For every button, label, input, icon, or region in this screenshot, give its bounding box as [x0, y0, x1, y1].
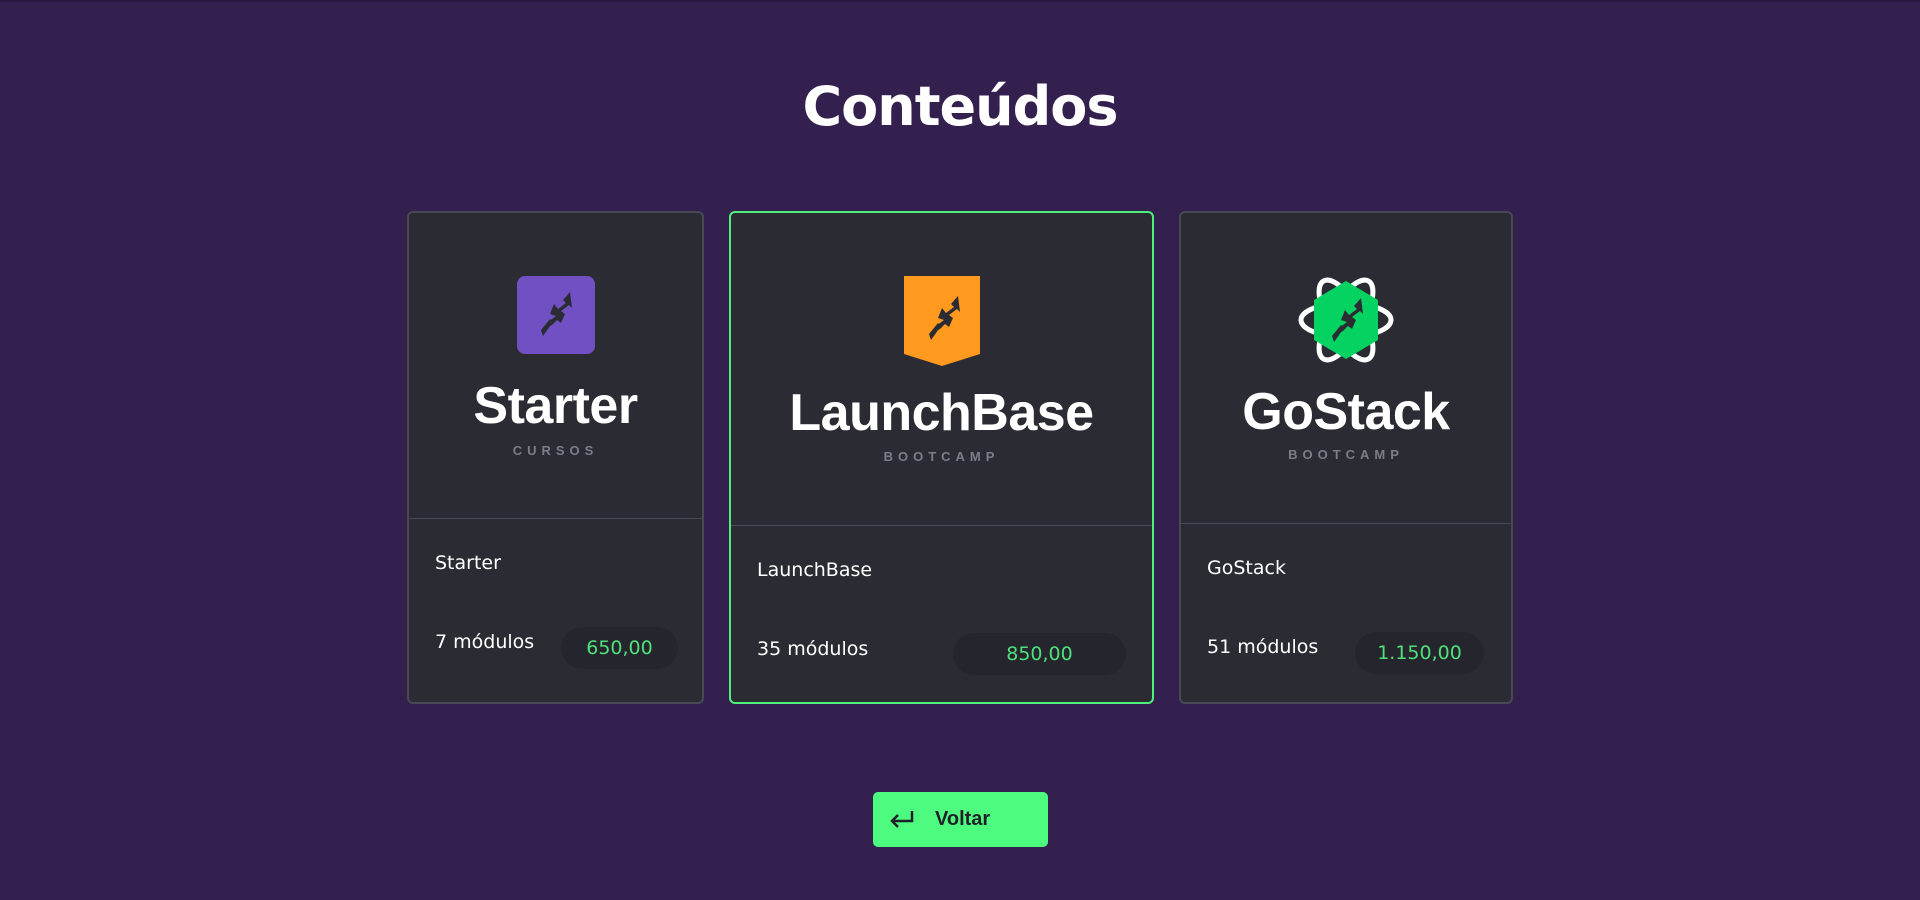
course-name: Starter: [435, 552, 501, 574]
course-logo-subtitle: CURSOS: [512, 443, 599, 458]
course-logo-subtitle: BOOTCAMP: [1288, 447, 1404, 462]
page-title: Conteúdos: [802, 75, 1119, 138]
course-card-launchbase[interactable]: LaunchBase BOOTCAMP LaunchBase 35 módulo…: [729, 211, 1154, 704]
back-button-label: Voltar: [935, 808, 991, 830]
rocket-orange-shield-icon: [903, 276, 980, 366]
course-modules: 51 módulos: [1207, 636, 1319, 658]
rocket-green-atom-icon: [1298, 277, 1394, 363]
course-price-badge: 650,00: [561, 627, 678, 669]
course-logo-name: LaunchBase: [789, 384, 1094, 442]
course-price-badge: 850,00: [953, 633, 1126, 675]
rocket-purple-square-icon: [516, 276, 595, 354]
course-modules: 7 módulos: [435, 631, 535, 653]
back-button[interactable]: Voltar: [873, 792, 1048, 847]
course-logo: Starter CURSOS: [409, 213, 702, 519]
return-arrow-icon: [890, 811, 914, 828]
course-card-starter[interactable]: Starter CURSOS Starter 7 módulos 650,00: [407, 211, 704, 704]
course-name: GoStack: [1207, 557, 1286, 579]
course-price-badge: 1.150,00: [1355, 632, 1484, 674]
course-logo-subtitle: BOOTCAMP: [883, 449, 1000, 464]
course-logo: LaunchBase BOOTCAMP: [731, 213, 1152, 526]
course-logo: GoStack BOOTCAMP: [1181, 213, 1511, 524]
course-card-gostack[interactable]: GoStack BOOTCAMP GoStack 51 módulos 1.15…: [1179, 211, 1513, 704]
course-logo-name: Starter: [473, 377, 638, 435]
course-logo-name: GoStack: [1242, 383, 1450, 441]
course-name: LaunchBase: [757, 559, 873, 581]
top-border: [0, 0, 1920, 2]
course-modules: 35 módulos: [757, 638, 869, 660]
